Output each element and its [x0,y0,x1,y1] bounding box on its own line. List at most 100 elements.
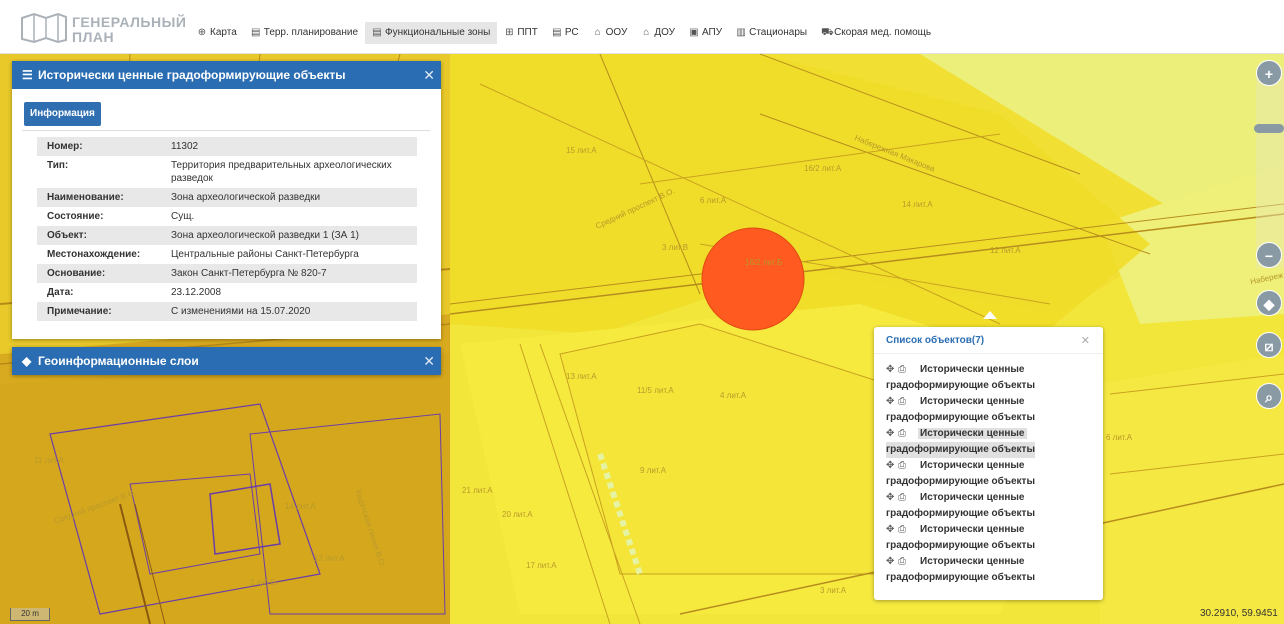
move-icon[interactable]: ✥ [886,554,898,570]
attribute-key: Объект: [37,226,161,245]
menu-icon[interactable]: ☰ [22,61,34,89]
logo-title-line1: ГЕНЕРАЛЬНЫЙ [72,14,187,30]
object-list-item[interactable]: ✥ ⎙ Исторически ценные градоформирующие объ… [886,554,1096,586]
map-label: 4 лит.А [720,391,747,400]
table-row: Дата: 23.12.2008 [37,283,417,302]
info-panel: ☰ Исторически ценные градоформирующие объ… [12,61,441,339]
attribute-value: Центральные районы Санкт-Петербурга [171,249,359,260]
object-name-line1: Исторически ценные [920,524,1025,535]
nav-item-territorial-planning[interactable]: ▤ Терр. планирование [244,22,365,44]
top-bar: ГЕНЕРАЛЬНЫЙ ПЛАН ⊕ Карта ▤ Терр. планирова… [0,0,1284,54]
move-icon[interactable]: ✥ [886,394,898,410]
ambulance-icon: ⛟ [821,27,834,38]
nav-item-label: Терр. планирование [263,27,359,38]
move-icon[interactable]: ✥ [886,426,898,442]
nav-item-rs[interactable]: ▤ РС [545,22,586,44]
layers-button[interactable]: ◆ [1256,290,1282,316]
object-list-item[interactable]: ✥ ⎙ Исторически ценные градоформирующие объ… [886,362,1096,394]
zoom-slider-track[interactable] [1256,68,1284,268]
objects-popup-title: Список объектов(7) [886,335,985,346]
document-icon: ▤ [251,27,261,38]
nav-item-ambulance[interactable]: ⛟ Скорая мед. помощь [814,22,938,44]
zoom-out-button[interactable]: − [1256,242,1282,268]
nav-item-ppt[interactable]: ⊞ ППТ [497,22,544,44]
search-icon: ⌕ [1265,389,1273,405]
attribute-key: Наименование: [37,188,161,207]
attribute-key: Дата: [47,287,74,298]
close-icon[interactable]: ✕ [423,61,435,89]
object-name-line2: градоформирующие объекты [886,540,1035,551]
map-label: 15 лит.А [566,146,597,155]
map-label: 16/2 лит.А [804,164,842,173]
info-panel-header: ☰ Исторически ценные градоформирующие объ… [12,61,441,89]
object-list-item[interactable]: ✥ ⎙ Исторически ценные градоформирующие объ… [886,522,1096,554]
object-name-line2: градоформирующие объекты [886,572,1035,583]
object-list-item[interactable]: ✥ ⎙ Исторически ценные градоформирующие объ… [886,394,1096,426]
zoom-in-button[interactable]: + [1256,60,1282,86]
tab-information[interactable]: Информация [24,102,101,126]
map-label: 16/2 лит.Б [745,258,783,267]
print-icon[interactable]: ⎙ [898,458,910,474]
map-label: 11/5 лит.А [637,386,674,395]
map-label: 6 лит.А [1106,433,1133,442]
nav-item-apu[interactable]: ▣ АПУ [682,22,729,44]
move-icon[interactable]: ✥ [886,458,898,474]
nav-item-oou[interactable]: ⌂ ООУ [586,22,635,44]
clinic-icon: ▣ [689,27,699,38]
attribute-value: Зона археологической разведки [161,188,417,207]
nav-item-label: ООУ [605,27,628,38]
attribute-value: Зона археологической разведки 1 (ЗА 1) [161,226,417,245]
attribute-key: Состояние: [47,211,104,222]
tab-divider [22,130,430,131]
print-icon[interactable]: ⎙ [898,362,910,378]
grid-icon: ⊞ [505,27,514,38]
object-name-line1: Исторически ценные [920,556,1025,567]
object-list-item[interactable]: ✥ ⎙ Исторически ценные градоформирующие объ… [886,490,1096,522]
hospital-icon: ▥ [736,27,746,38]
object-list-item-selected[interactable]: ✥ ⎙ Исторически ценные градоформирующие объ… [886,426,1096,458]
print-icon[interactable]: ⎙ [898,490,910,506]
object-name-line1: Исторически ценные [920,492,1025,503]
print-icon[interactable]: ⎙ [898,554,910,570]
attribute-value: 11302 [161,137,417,156]
nav-item-functional-zones[interactable]: ▤ Функциональные зоны [365,22,498,44]
attributes-table: Номер: 11302 Тип: Территория предварительн… [37,137,417,321]
move-icon[interactable]: ✥ [886,522,898,538]
table-row: Примечание: С изменениями на 15.07.2020 [37,302,417,321]
measure-button[interactable]: ⧄ [1256,332,1282,358]
layers-panel[interactable]: ◆ Геоинформационные слои ✕ [12,347,441,375]
close-icon[interactable]: ✕ [1081,334,1090,347]
move-icon[interactable]: ✥ [886,362,898,378]
ruler-icon: ⧄ [1264,338,1274,354]
search-button[interactable]: ⌕ [1256,383,1282,409]
logo-map-icon [21,12,67,44]
table-row: Основание: Закон Санкт-Петербурга № 820-7 [37,264,417,283]
close-icon[interactable]: ✕ [423,347,435,375]
print-icon[interactable]: ⎙ [898,522,910,538]
zoom-slider-handle[interactable] [1254,124,1284,133]
map-label: 11 лит.А [34,456,64,465]
nav-item-map[interactable]: ⊕ Карта [190,22,244,44]
nav-item-dou[interactable]: ⌂ ДОУ [634,22,682,44]
nav-item-label: РС [564,27,579,38]
cursor-coordinates: 30.2910, 59.9451 [1200,608,1278,619]
object-name-line2: градоформирующие объекты [886,412,1035,423]
layers-panel-header[interactable]: ◆ Геоинформационные слои ✕ [12,347,441,375]
move-icon[interactable]: ✥ [886,490,898,506]
kindergarten-icon: ⌂ [643,27,650,38]
object-list-item[interactable]: ✥ ⎙ Исторически ценные градоформирующие объ… [886,458,1096,490]
nav-item-label: ДОУ [654,27,675,38]
nav-item-label: ППТ [517,27,538,38]
attribute-value: Закон Санкт-Петербурга № 820-7 [161,264,417,283]
nav-item-label: Карта [210,27,237,38]
print-icon[interactable]: ⎙ [898,394,910,410]
layers-icon: ◆ [1263,296,1275,312]
map-label: 14 лит.А [285,502,316,511]
table-row: Наименование: Зона археологической развед… [37,188,417,207]
nav-item-hospitals[interactable]: ▥ Стационары [729,22,814,44]
map-label: 12 лит.А [314,554,345,563]
app-logo[interactable]: ГЕНЕРАЛЬНЫЙ ПЛАН [20,12,186,46]
object-name-line1: Исторически ценные [920,364,1025,375]
print-icon[interactable]: ⎙ [898,426,910,442]
object-name-line2: градоформирующие объекты [886,380,1035,391]
